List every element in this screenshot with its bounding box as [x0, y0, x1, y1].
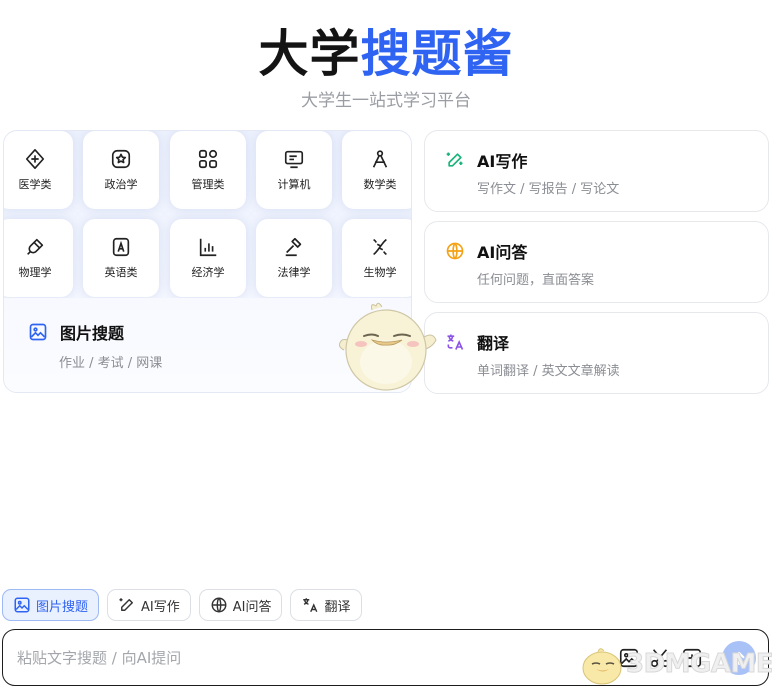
chip-label: 翻译	[324, 599, 351, 615]
chip-label: AI问答	[232, 599, 272, 615]
card-ai-qa[interactable]: AI问答 任何问题，直面答案	[424, 221, 769, 303]
computer-icon	[284, 150, 304, 169]
subject-math[interactable]: 数学类	[342, 131, 411, 209]
letter-a-icon	[112, 237, 130, 257]
card-title: AI问答	[477, 243, 528, 262]
politics-badge-icon	[111, 149, 131, 169]
card-title: 翻译	[477, 334, 510, 353]
page: 大学搜题酱 大学生一站式学习平台 医学类 政治学 管理类 计算机 数学类 物理学	[0, 0, 772, 691]
chip-ai-writing[interactable]: AI写作	[107, 589, 191, 621]
chip-translate[interactable]: 翻译	[290, 589, 362, 621]
chip-ai-qa[interactable]: AI问答	[198, 589, 283, 621]
image-search-subtitle: 作业 / 考试 / 网课	[59, 356, 163, 371]
subject-medical[interactable]: 医学类	[4, 131, 73, 209]
chip-image-search[interactable]: 图片搜题	[2, 589, 100, 621]
subject-label: 生物学	[363, 266, 397, 279]
subject-label: 英语类	[104, 266, 138, 279]
title-part-1: 大学	[258, 25, 361, 83]
image-search-title: 图片搜题	[60, 324, 125, 343]
subject-label: 医学类	[18, 178, 52, 191]
card-subtitle: 任何问题，直面答案	[477, 273, 595, 288]
translate-icon	[447, 334, 464, 350]
gavel-icon	[285, 237, 302, 257]
question-input[interactable]	[17, 644, 577, 672]
subject-label: 计算机	[277, 178, 311, 191]
subject-label: 管理类	[191, 178, 225, 191]
subject-label: 物理学	[18, 266, 52, 279]
compass-icon	[372, 150, 388, 168]
title-part-2: 搜题酱	[360, 25, 514, 83]
bar-chart-icon	[199, 238, 217, 257]
page-subtitle: 大学生一站式学习平台	[301, 91, 471, 111]
subject-english[interactable]: 英语类	[83, 219, 159, 297]
card-subtitle: 写作文 / 写报告 / 写论文	[477, 182, 620, 197]
subject-label: 政治学	[104, 178, 138, 191]
globe-icon	[211, 597, 227, 613]
magnet-icon	[27, 238, 44, 255]
chip-label: AI写作	[141, 599, 180, 615]
card-title: AI写作	[477, 152, 528, 171]
grid-icon	[198, 149, 218, 169]
subject-biology[interactable]: 生物学	[342, 219, 411, 297]
subject-management[interactable]: 管理类	[170, 131, 246, 209]
translate-icon	[303, 598, 318, 613]
subject-physics[interactable]: 物理学	[4, 219, 73, 297]
chip-label: 图片搜题	[36, 599, 89, 615]
subject-politics[interactable]: 政治学	[83, 131, 159, 209]
magic-pen-icon	[119, 598, 133, 611]
subject-economics[interactable]: 经济学	[170, 219, 246, 297]
subject-label: 法律学	[277, 266, 311, 279]
subject-label: 经济学	[191, 266, 225, 279]
globe-icon	[446, 242, 464, 260]
watermark-mascot-icon	[582, 648, 622, 685]
image-icon	[14, 597, 30, 613]
watermark-text: 3DMGAME	[625, 649, 772, 680]
watermark: 3DMGAME	[578, 641, 772, 687]
page-title: 大学搜题酱	[0, 14, 772, 86]
subject-computer[interactable]: 计算机	[256, 131, 332, 209]
card-translate[interactable]: 翻译 单词翻译 / 英文文章解读	[424, 312, 769, 394]
card-ai-writing[interactable]: AI写作 写作文 / 写报告 / 写论文	[424, 130, 769, 212]
medical-icon	[25, 149, 45, 169]
card-subtitle: 单词翻译 / 英文文章解读	[477, 364, 620, 379]
image-icon	[29, 323, 47, 341]
subject-label: 数学类	[363, 178, 397, 191]
subject-law[interactable]: 法律学	[256, 219, 332, 297]
dna-icon	[373, 238, 387, 256]
quick-chips: 图片搜题 AI写作 AI问答 翻译	[2, 589, 362, 621]
mascot-illustration	[338, 302, 437, 391]
magic-pen-icon	[446, 152, 463, 167]
